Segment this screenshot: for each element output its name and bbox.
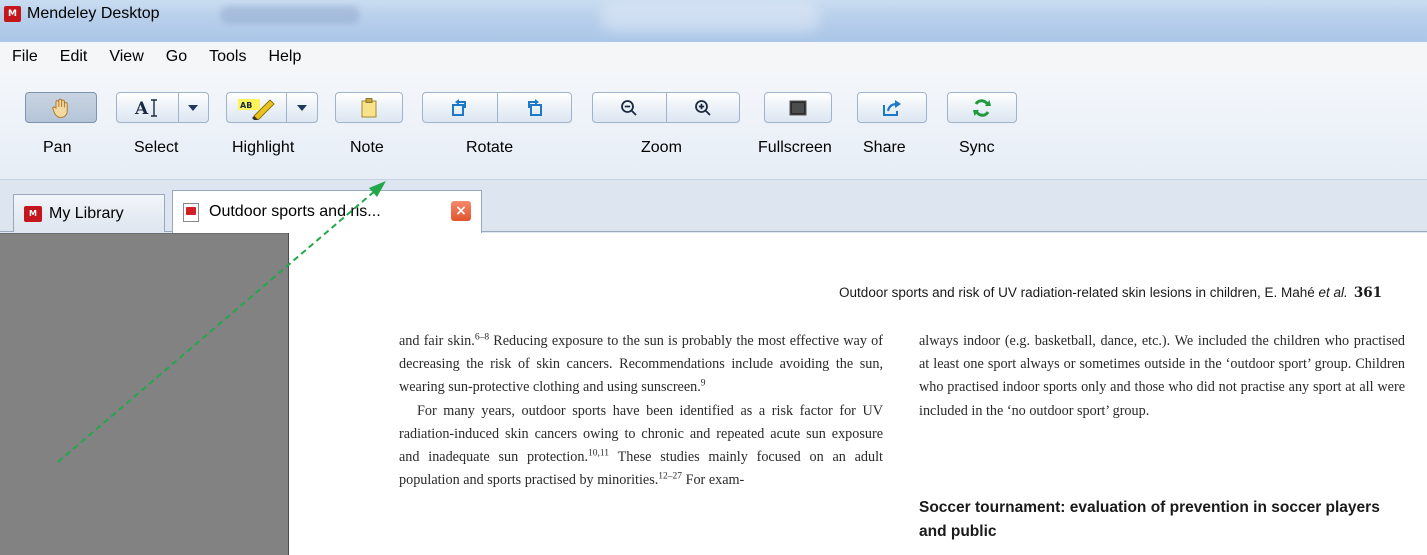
paragraph: For many years, outdoor sports have been… <box>399 402 883 489</box>
menu-file[interactable]: File <box>12 48 38 66</box>
left-column: and fair skin.6–8 Reducing exposure to t… <box>399 330 883 492</box>
fullscreen-button[interactable] <box>764 92 832 123</box>
menu-bar: File Edit View Go Tools Help <box>0 42 1427 72</box>
mendeley-logo-icon: M <box>4 6 21 22</box>
right-column: always indoor (e.g. basketball, dance, e… <box>919 330 1405 423</box>
title-glow-region <box>600 2 820 32</box>
rotate-right-button[interactable] <box>498 98 572 118</box>
highlight-button[interactable]: AB <box>226 92 318 123</box>
tab-bar: M My Library Outdoor sports and ris... × <box>0 180 1427 233</box>
svg-text:A: A <box>134 99 149 119</box>
fullscreen-icon <box>789 100 807 115</box>
select-button[interactable]: A <box>116 92 209 123</box>
note-label: Note <box>350 139 384 156</box>
pdf-icon <box>183 202 199 222</box>
svg-text:AB: AB <box>240 101 252 110</box>
zoom-out-icon <box>621 99 637 116</box>
menu-help[interactable]: Help <box>268 48 301 66</box>
select-dropdown[interactable] <box>179 104 208 111</box>
chevron-down-icon <box>188 104 199 111</box>
zoom-in-icon <box>694 99 711 116</box>
rotate-label: Rotate <box>466 139 514 156</box>
tab-label: Outdoor sports and ris... <box>209 203 381 220</box>
select-label: Select <box>134 139 179 156</box>
window-title: Mendeley Desktop <box>27 5 160 22</box>
menu-go[interactable]: Go <box>166 48 187 66</box>
highlight-main[interactable]: AB <box>227 96 286 120</box>
tab-my-library[interactable]: M My Library <box>13 194 165 232</box>
section-heading: Soccer tournament: evaluation of prevent… <box>919 499 1380 540</box>
hand-icon <box>52 98 68 118</box>
zoom-out-button[interactable] <box>593 99 666 117</box>
sync-button[interactable] <box>947 92 1017 123</box>
mendeley-logo-icon: M <box>24 205 42 222</box>
select-main[interactable]: A <box>117 97 178 119</box>
highlight-dropdown[interactable] <box>287 104 317 111</box>
highlight-label: Highlight <box>232 139 295 156</box>
tab-document[interactable]: Outdoor sports and ris... × <box>172 190 482 233</box>
share-icon <box>883 99 901 116</box>
rotate-right-icon <box>528 98 543 116</box>
note-button[interactable] <box>335 92 403 123</box>
menu-edit[interactable]: Edit <box>60 48 88 66</box>
highlighter-icon: AB <box>238 98 275 120</box>
running-head: Outdoor sports and risk of UV radiation-… <box>839 285 1382 301</box>
pdf-page[interactable]: Outdoor sports and risk of UV radiation-… <box>288 233 1427 555</box>
share-label: Share <box>863 139 906 156</box>
pan-label: Pan <box>43 139 72 156</box>
fullscreen-label: Fullscreen <box>758 139 832 156</box>
zoom-button-group <box>592 92 740 123</box>
sync-label: Sync <box>959 139 995 156</box>
sync-icon <box>973 98 991 117</box>
title-blur-region <box>220 6 360 24</box>
chevron-down-icon <box>296 104 307 111</box>
pan-button[interactable] <box>25 92 97 123</box>
menu-view[interactable]: View <box>109 48 143 66</box>
page-number: 361 <box>1353 285 1382 301</box>
document-margin-pane <box>0 233 288 555</box>
tab-label: My Library <box>49 204 124 222</box>
menu-tools[interactable]: Tools <box>209 48 246 66</box>
text-select-icon: A <box>134 99 158 119</box>
paragraph: and fair skin.6–8 Reducing exposure to t… <box>399 332 883 396</box>
rotate-button-group <box>422 92 572 123</box>
sticky-note-icon <box>361 97 377 117</box>
rotate-left-icon <box>451 98 466 116</box>
running-head-etal: et al. <box>1318 285 1348 300</box>
running-head-text: Outdoor sports and risk of UV radiation-… <box>839 285 1319 300</box>
zoom-in-button[interactable] <box>667 99 740 117</box>
close-icon[interactable]: × <box>451 201 471 221</box>
title-bar: M Mendeley Desktop <box>0 0 1427 42</box>
paragraph: always indoor (e.g. basketball, dance, e… <box>919 333 1405 419</box>
pdf-toolbar: Pan A Select AB Highlight Note Rotate Zo… <box>0 72 1427 180</box>
zoom-label: Zoom <box>641 139 682 156</box>
rotate-left-button[interactable] <box>423 98 497 118</box>
share-button[interactable] <box>857 92 927 123</box>
